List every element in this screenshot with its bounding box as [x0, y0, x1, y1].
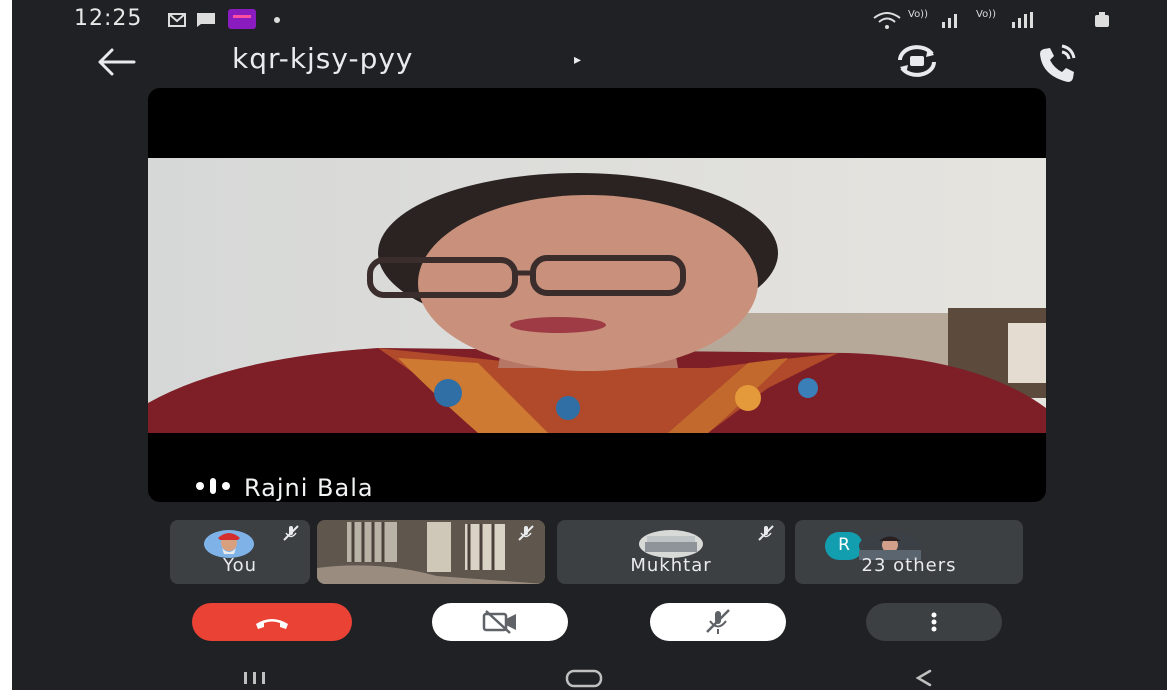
- camera-switch-icon: [898, 45, 936, 77]
- home-icon: [565, 669, 603, 688]
- recents-icon: [244, 672, 265, 684]
- mic-off-icon: [706, 609, 730, 634]
- participant-name: You: [222, 555, 258, 576]
- mic-toggle-button[interactable]: [650, 603, 786, 641]
- participant-name: Mukhtar: [630, 555, 712, 576]
- mic-off-icon: [283, 525, 299, 541]
- participant-tile-video[interactable]: [317, 520, 545, 584]
- gmail-icon: [168, 13, 186, 27]
- mic-off-icon: [758, 525, 774, 541]
- camera-off-icon: [482, 610, 516, 634]
- user-avatar-icon: [639, 530, 703, 558]
- dot-icon: [274, 17, 280, 23]
- meet-screen: 12:25 Vo)) Vo)) kqr-kjsy-pyy ▸ Rajni Bal…: [12, 0, 1167, 690]
- participant-tile-others[interactable]: R 23 others: [795, 520, 1023, 584]
- end-call-button[interactable]: [192, 603, 352, 641]
- speaker-name: Rajni Bala: [244, 474, 374, 502]
- participant-tile-you[interactable]: You: [170, 520, 310, 584]
- back-button[interactable]: [90, 42, 140, 82]
- arrow-left-icon: [98, 48, 136, 76]
- more-options-button[interactable]: [866, 603, 1002, 641]
- user-avatar-icon: [204, 530, 254, 558]
- volte-label-2: Vo)): [976, 9, 996, 20]
- message-icon: [197, 13, 215, 27]
- participant-name: 23 others: [861, 555, 957, 576]
- nav-back-button[interactable]: [908, 666, 938, 688]
- phone-speaker-icon: [1040, 44, 1076, 82]
- more-vert-icon: [931, 612, 937, 632]
- battery-icon: [1095, 12, 1109, 27]
- volte-signal-2-icon: [1012, 12, 1033, 28]
- main-speaker-video[interactable]: Rajni Bala: [148, 88, 1046, 502]
- volte-label-1: Vo)): [908, 9, 928, 20]
- speaker-video-frame: [148, 158, 1046, 433]
- volte-signal-icon: [942, 14, 957, 28]
- status-bar: 12:25 Vo)) Vo)): [12, 0, 1167, 44]
- audio-output-button[interactable]: [1032, 40, 1082, 82]
- wifi-icon: [873, 12, 901, 29]
- camera-toggle-button[interactable]: [432, 603, 568, 641]
- participant-tile-mukhtar[interactable]: Mukhtar: [557, 520, 785, 584]
- meeting-code-title[interactable]: kqr-kjsy-pyy: [232, 42, 414, 75]
- vi-app-icon: [228, 9, 256, 29]
- hang-up-icon: [256, 619, 288, 629]
- meeting-details-caret-icon[interactable]: ▸: [574, 52, 581, 68]
- audio-level-icon: [196, 478, 230, 494]
- video-thumbnail: [317, 520, 545, 584]
- switch-camera-button[interactable]: [892, 40, 942, 82]
- home-button[interactable]: [564, 666, 604, 688]
- back-chevron-icon: [915, 669, 932, 687]
- avatar-letter: R: [838, 535, 850, 555]
- mic-off-icon: [518, 525, 534, 541]
- recents-button[interactable]: [240, 666, 270, 686]
- status-clock: 12:25: [74, 6, 143, 31]
